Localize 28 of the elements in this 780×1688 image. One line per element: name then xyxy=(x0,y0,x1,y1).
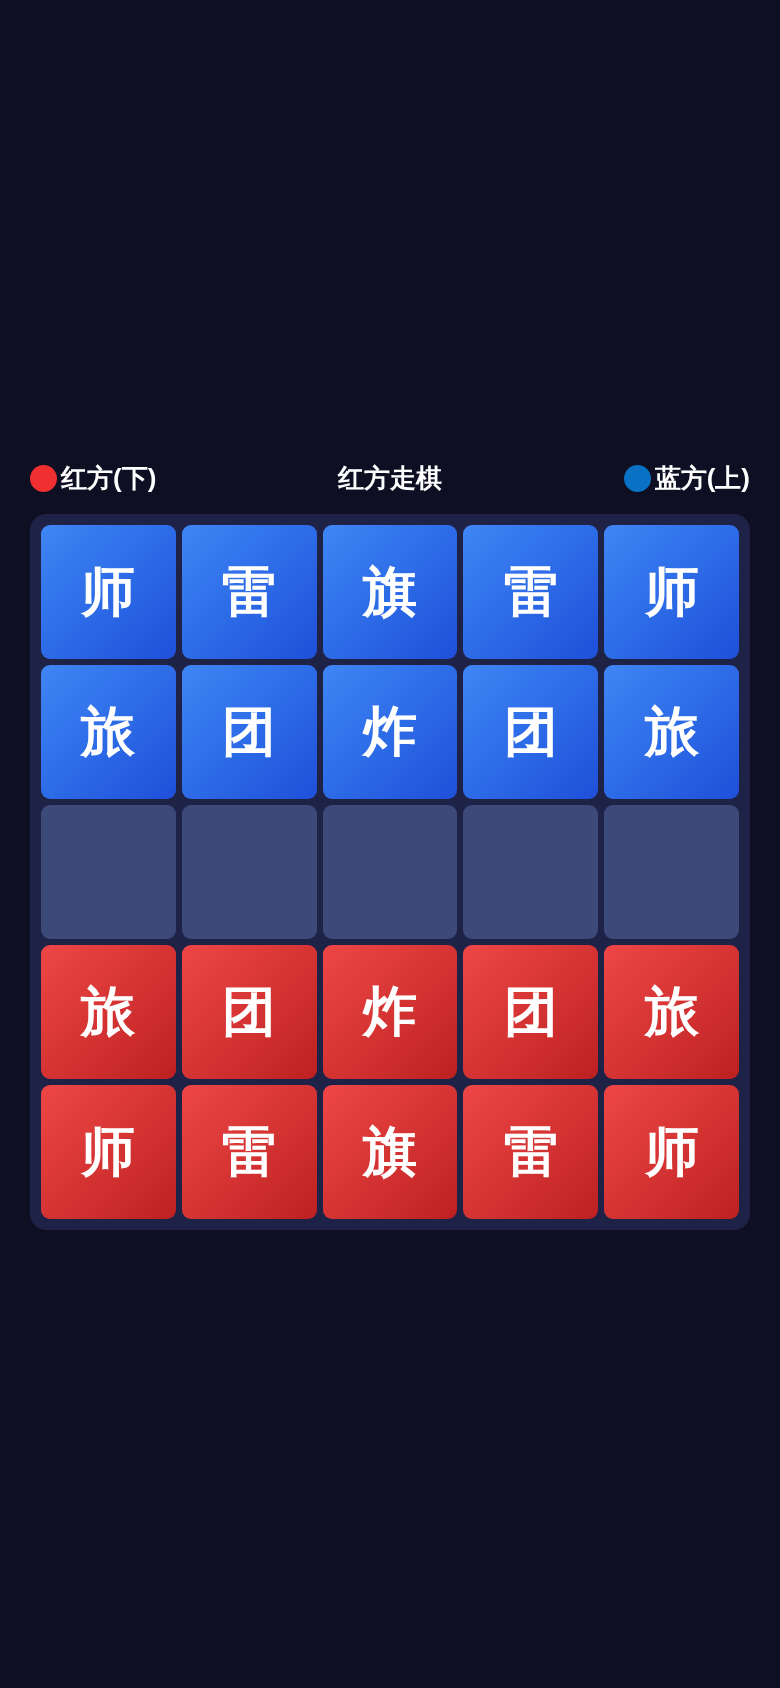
game-piece[interactable]: 旅 xyxy=(41,664,176,799)
game-piece[interactable]: 团 xyxy=(181,944,317,1079)
game-piece[interactable]: 炸 xyxy=(322,944,458,1079)
game-piece[interactable]: 团 xyxy=(463,944,599,1079)
turn-status: 红方走棋 xyxy=(338,461,442,495)
empty-square[interactable] xyxy=(463,804,599,939)
game-piece[interactable]: 师 xyxy=(41,524,176,659)
game-piece[interactable]: 雷 xyxy=(181,1084,317,1219)
game-piece[interactable]: 师 xyxy=(604,524,739,659)
player-label: 蓝方(上) xyxy=(654,461,750,495)
game-piece[interactable]: 师 xyxy=(604,1084,739,1219)
empty-square[interactable] xyxy=(604,804,739,939)
empty-square[interactable] xyxy=(322,804,458,939)
game-piece[interactable]: 旅 xyxy=(41,944,176,1079)
game-piece[interactable]: 雷 xyxy=(463,1084,599,1219)
game-piece[interactable]: 雷 xyxy=(463,524,599,659)
player-label: 红方(下) xyxy=(61,461,157,495)
game-piece[interactable]: 旗 xyxy=(322,1084,458,1219)
game-piece[interactable]: 炸 xyxy=(322,664,458,799)
empty-square[interactable] xyxy=(41,804,176,939)
game-piece[interactable]: 师 xyxy=(41,1084,176,1219)
game-piece[interactable]: 旅 xyxy=(604,944,739,1079)
game-piece[interactable]: 旅 xyxy=(604,664,739,799)
empty-square[interactable] xyxy=(181,804,317,939)
game-piece[interactable]: 团 xyxy=(463,664,599,799)
game-piece[interactable]: 雷 xyxy=(181,524,317,659)
game-piece[interactable]: 团 xyxy=(181,664,317,799)
game-piece[interactable]: 旗 xyxy=(322,524,458,659)
